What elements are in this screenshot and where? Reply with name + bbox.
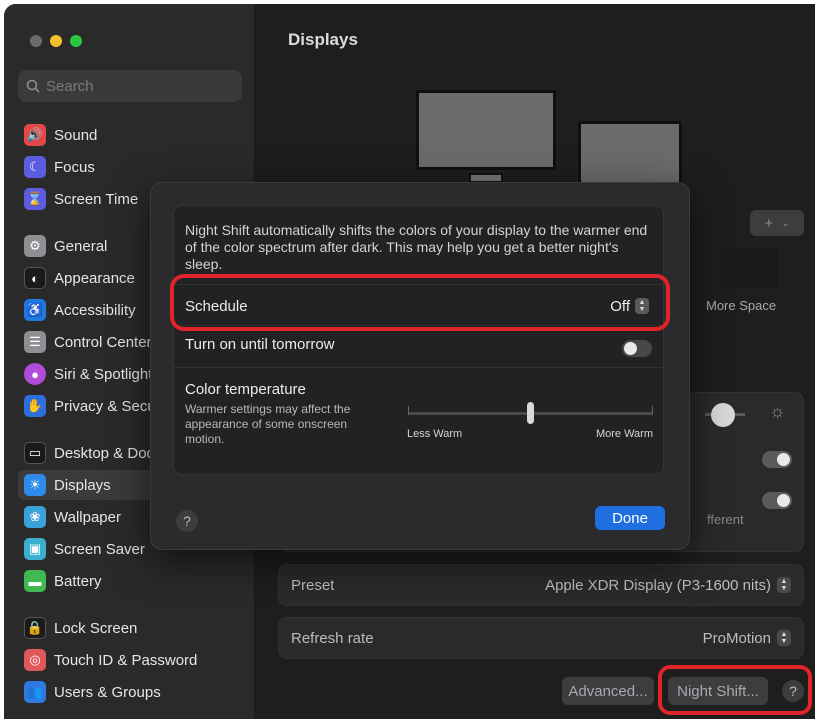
- search-icon: [26, 79, 40, 93]
- sidebar-item-battery[interactable]: ▬ Battery: [18, 566, 250, 596]
- done-button[interactable]: Done: [595, 506, 665, 530]
- sidebar-item-label: Screen Saver: [54, 540, 145, 558]
- brightness-slider-knob[interactable]: [711, 403, 735, 427]
- sidebar-item-label: Control Center: [54, 333, 152, 351]
- sun-icon: ☼: [769, 401, 786, 421]
- speaker-icon: 🔊: [24, 124, 46, 146]
- preset-label: Preset: [291, 576, 335, 594]
- settings-window: Search 🔊 Sound ☾ Focus ⌛ Screen Time ⚙ G…: [4, 4, 815, 719]
- sidebar-item-label: Displays: [54, 476, 111, 494]
- fingerprint-icon: ◎: [24, 649, 46, 671]
- slider-knob[interactable]: [527, 402, 534, 424]
- users-icon: 👥: [24, 681, 46, 703]
- sun-icon: ☀: [24, 474, 46, 496]
- preset-value: Apple XDR Display (P3-1600 nits): [545, 576, 771, 594]
- sidebar-item-label: Screen Time: [54, 190, 139, 208]
- sidebar-item-label: Desktop & Dock: [54, 444, 162, 462]
- refresh-rate-label: Refresh rate: [291, 629, 374, 647]
- sidebar-item-focus[interactable]: ☾ Focus: [18, 152, 250, 182]
- sidebar-item-touch-id[interactable]: ◎ Touch ID & Password: [18, 645, 250, 675]
- stepper-icon: ▲ ▼: [777, 577, 791, 593]
- hourglass-icon: ⌛: [24, 188, 46, 210]
- auto-brightness-toggle[interactable]: [762, 451, 792, 468]
- wallpaper-icon: ❀: [24, 506, 46, 528]
- sidebar-item-label: Users & Groups: [54, 683, 161, 701]
- color-temp-slider[interactable]: [408, 402, 653, 424]
- night-shift-settings-group: Night Shift automatically shifts the col…: [173, 205, 664, 475]
- gear-icon: ⚙: [24, 235, 46, 257]
- advanced-button[interactable]: Advanced...: [562, 677, 654, 705]
- divider: [174, 367, 663, 368]
- sidebar-item-label: Touch ID & Password: [54, 651, 198, 669]
- page-title: Displays: [288, 30, 358, 49]
- highlight-night-shift: [658, 665, 812, 715]
- true-tone-toggle[interactable]: [762, 492, 792, 509]
- siri-icon: ●: [24, 363, 46, 385]
- battery-icon: ▬: [24, 570, 46, 592]
- appearance-icon: ◐: [24, 267, 46, 289]
- preset-select[interactable]: Apple XDR Display (P3-1600 nits) ▲ ▼: [545, 565, 791, 605]
- sidebar-item-users-groups[interactable]: 👥 Users & Groups: [18, 677, 250, 707]
- refresh-rate-value: ProMotion: [702, 629, 771, 647]
- sidebar-item-label: Battery: [54, 572, 102, 590]
- zoom-window-button[interactable]: [70, 35, 82, 47]
- control-center-icon: ☰: [24, 331, 46, 353]
- turn-on-toggle[interactable]: [622, 340, 652, 357]
- sidebar-item-label: Wallpaper: [54, 508, 121, 526]
- preset-row[interactable]: Preset Apple XDR Display (P3-1600 nits) …: [278, 564, 804, 606]
- sidebar-item-sound[interactable]: 🔊 Sound: [18, 120, 250, 150]
- stepper-icon: ▲ ▼: [777, 630, 791, 646]
- less-warm-label: Less Warm: [407, 428, 463, 440]
- close-window-button[interactable]: [30, 35, 42, 47]
- display-thumbnail-builtin[interactable]: [578, 121, 682, 187]
- hand-icon: ✋: [24, 395, 46, 417]
- lock-icon: 🔒: [24, 617, 46, 639]
- refresh-rate-select[interactable]: ProMotion ▲ ▼: [703, 618, 791, 658]
- slider-tick: [408, 406, 409, 415]
- partial-description: fferent: [707, 512, 744, 527]
- display-thumbnail-external[interactable]: [416, 90, 556, 183]
- night-shift-sheet: Night Shift automatically shifts the col…: [150, 182, 690, 550]
- highlight-schedule: [170, 274, 670, 331]
- color-temp-note: Warmer settings may affect the appearanc…: [185, 402, 351, 446]
- more-warm-label: More Warm: [595, 428, 653, 440]
- sidebar-item-label: General: [54, 237, 108, 255]
- more-space-option[interactable]: More Space: [706, 244, 806, 324]
- sidebar-item-label: Appearance: [54, 269, 135, 287]
- search-input[interactable]: Search: [18, 70, 242, 102]
- moon-icon: ☾: [24, 156, 46, 178]
- sidebar-item-label: Siri & Spotlight: [54, 365, 153, 383]
- add-label: +: [764, 214, 774, 232]
- color-temp-label: Color temperature: [185, 381, 306, 398]
- sidebar-item-label: Sound: [54, 126, 98, 144]
- sidebar-item-label: Accessibility: [54, 301, 136, 319]
- slider-tick: [652, 406, 653, 415]
- night-shift-description: Night Shift automatically shifts the col…: [185, 222, 648, 272]
- dock-icon: ▭: [24, 442, 46, 464]
- screensaver-icon: ▣: [24, 538, 46, 560]
- add-display-button[interactable]: + ⌄: [750, 210, 804, 236]
- sheet-help-button[interactable]: ?: [176, 510, 198, 532]
- more-space-label: More Space: [706, 298, 777, 313]
- sidebar-item-lock-screen[interactable]: 🔒 Lock Screen: [18, 613, 250, 643]
- accessibility-icon: ♿: [24, 299, 46, 321]
- chevron-down-icon: ⌄: [781, 217, 790, 229]
- minimize-window-button[interactable]: [50, 35, 62, 47]
- sidebar-item-label: Lock Screen: [54, 619, 138, 637]
- more-space-preview: [720, 248, 778, 288]
- sidebar-item-label: Focus: [54, 158, 95, 176]
- refresh-rate-row[interactable]: Refresh rate ProMotion ▲ ▼: [278, 617, 804, 659]
- search-placeholder: Search: [46, 77, 94, 95]
- turn-on-label: Turn on until tomorrow: [185, 336, 335, 353]
